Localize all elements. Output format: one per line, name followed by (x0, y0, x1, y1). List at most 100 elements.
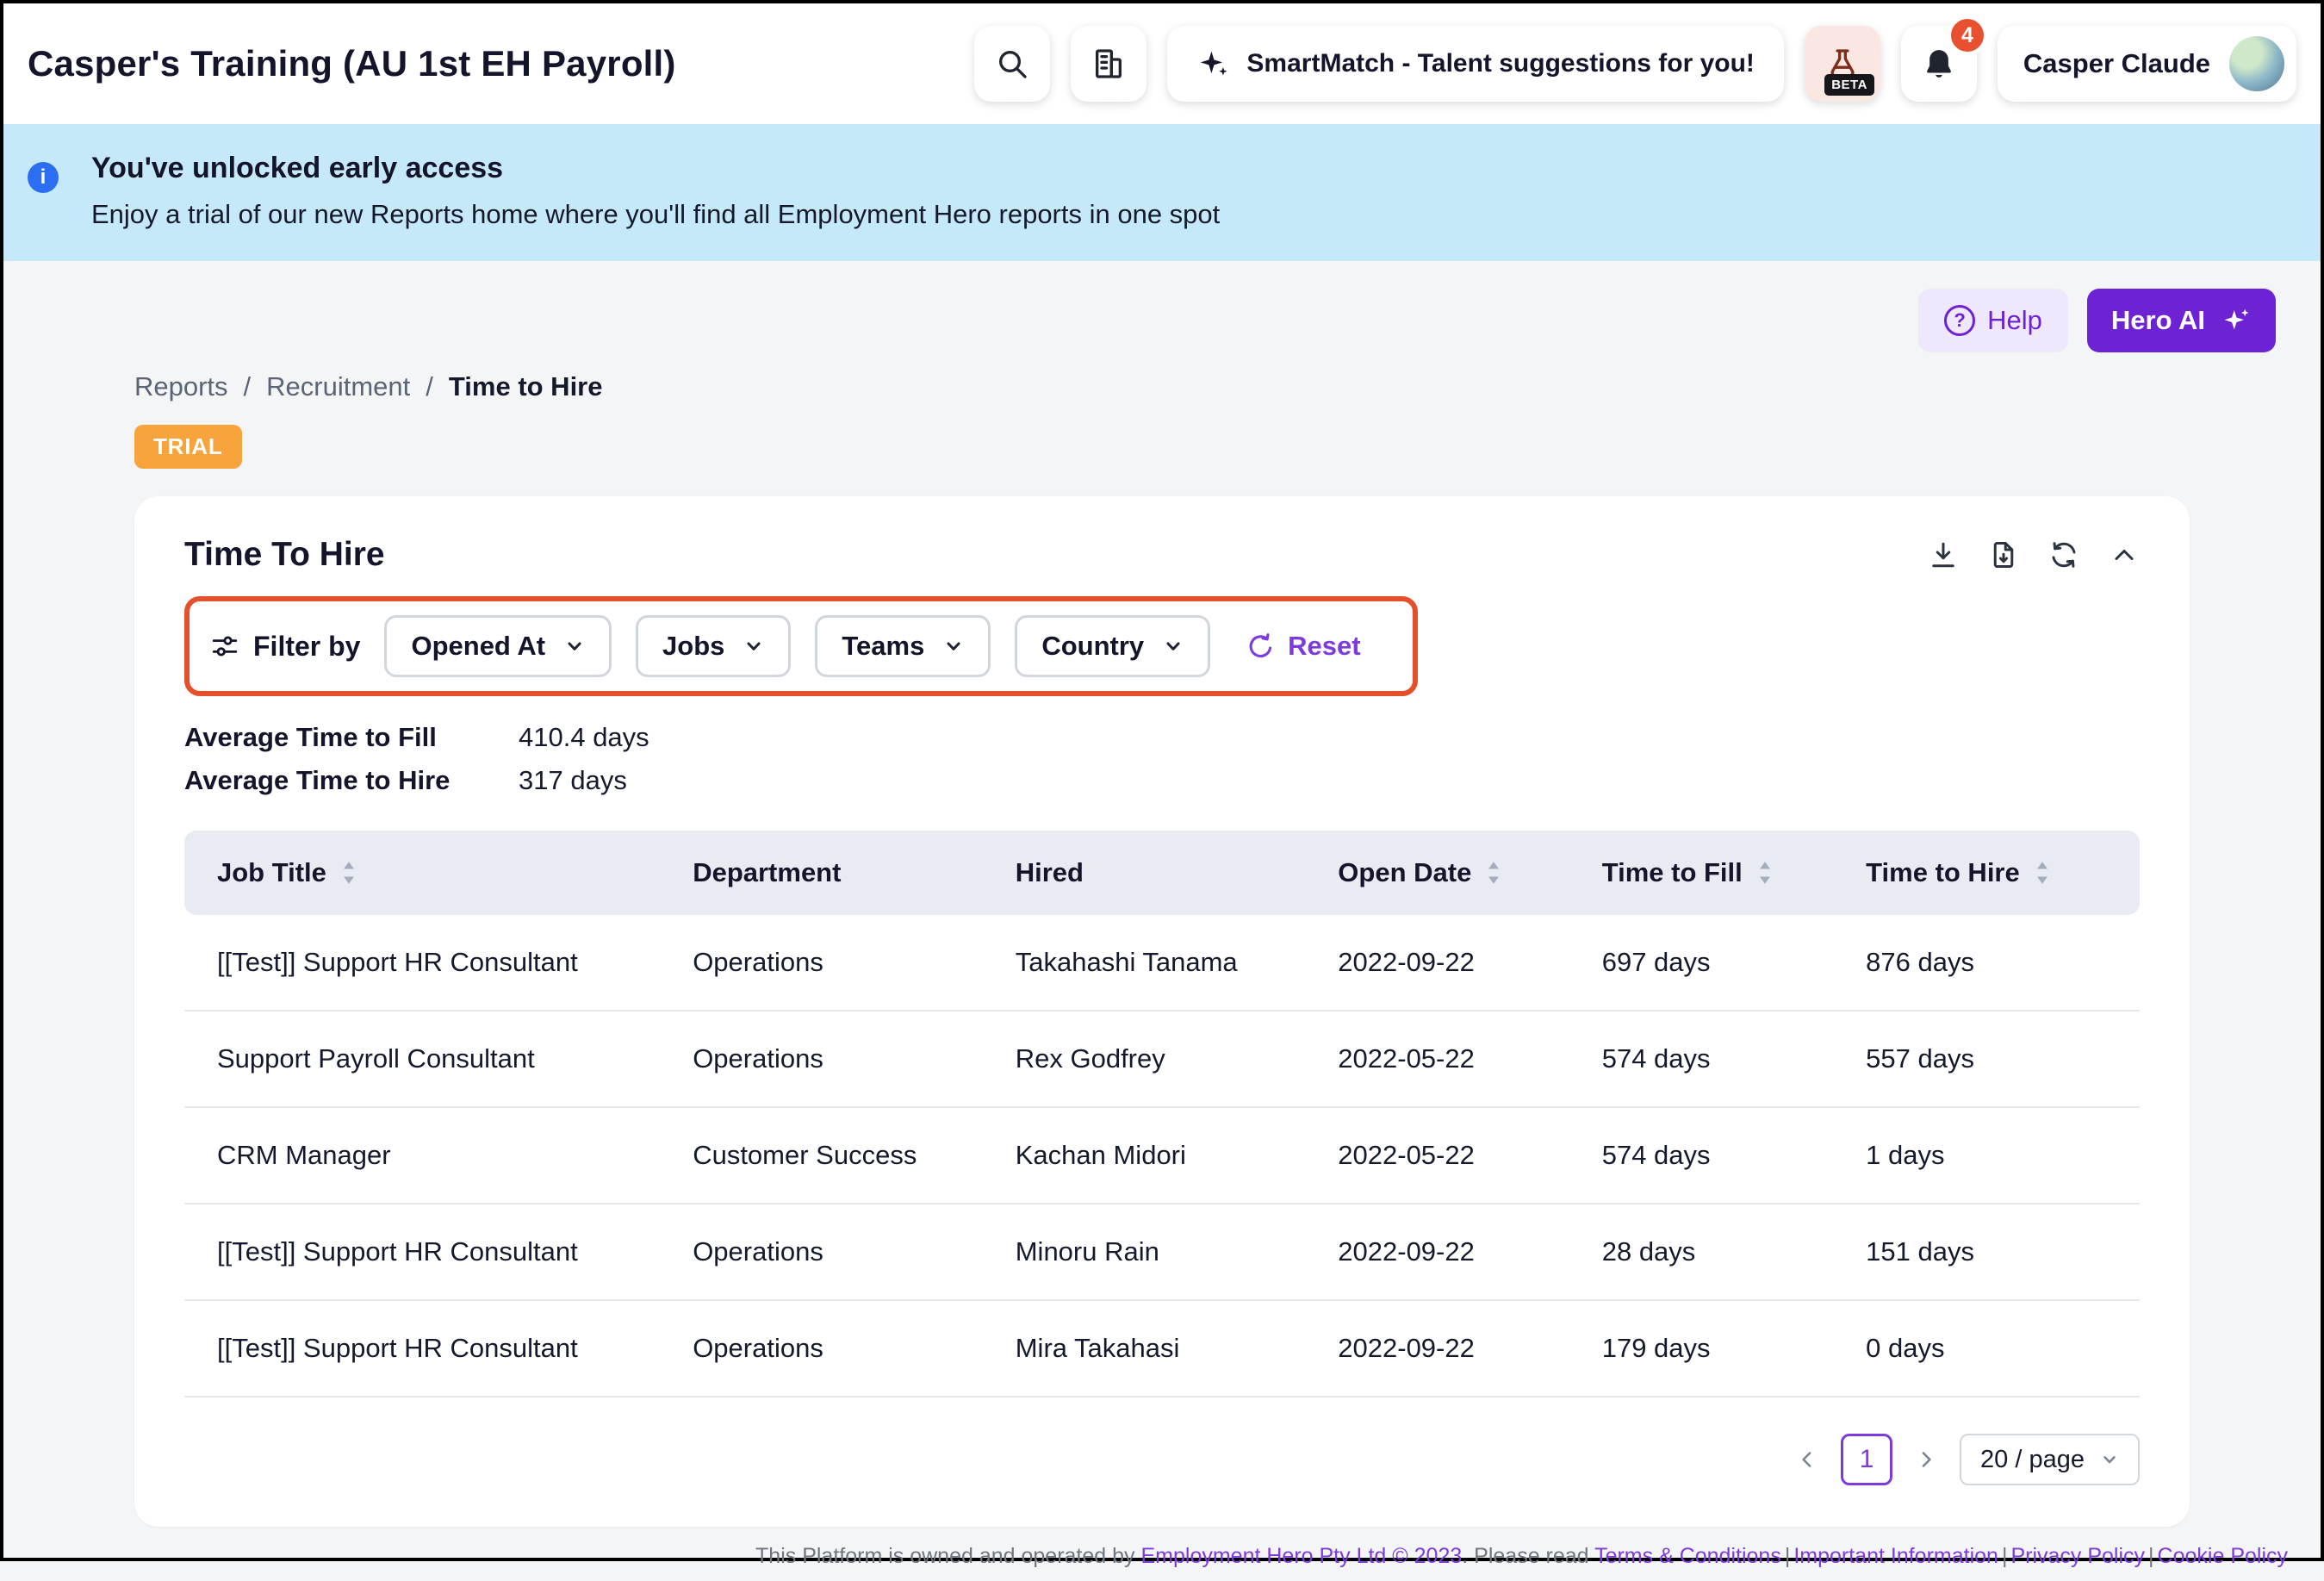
company-link[interactable]: Employment Hero Pty Ltd © 2023 (1140, 1544, 1462, 1568)
app-header: Casper's Training (AU 1st EH Payroll) Sm… (3, 3, 2321, 124)
pagination-next[interactable] (1913, 1447, 1939, 1472)
user-name: Casper Claude (2023, 48, 2210, 79)
privacy-policy-link[interactable]: Privacy Policy (2010, 1544, 2145, 1568)
reset-filters-button[interactable]: Reset (1246, 631, 1360, 662)
table-cell: 2022-09-22 (1338, 915, 1601, 1011)
download-icon (1928, 539, 1959, 570)
footer-separator: | (2148, 1544, 2154, 1568)
breadcrumb: Reports / Recruitment / Time to Hire (134, 371, 2321, 402)
breadcrumb-separator: / (426, 371, 433, 402)
table-cell: 151 days (1866, 1204, 2140, 1301)
page-size-select[interactable]: 20 / page (1960, 1434, 2140, 1485)
column-header-time-to-hire[interactable]: Time to Hire (1866, 831, 2140, 915)
footer-separator: | (1785, 1544, 1791, 1568)
help-label: Help (1987, 305, 2042, 336)
table-cell: 876 days (1866, 915, 2140, 1011)
filter-by-label: Filter by (253, 631, 360, 663)
header-actions: SmartMatch - Talent suggestions for you!… (974, 26, 2296, 102)
column-header-job-title[interactable]: Job Title (184, 831, 693, 915)
filter-teams[interactable]: Teams (815, 615, 991, 677)
banner-title: You've unlocked early access (91, 152, 2269, 185)
breadcrumb-item-reports[interactable]: Reports (134, 371, 228, 402)
chevron-down-icon (1163, 636, 1184, 657)
table-cell: 574 days (1602, 1108, 1866, 1204)
pagination: 1 20 / page (184, 1434, 2140, 1485)
notifications-button[interactable]: 4 (1901, 26, 1977, 102)
filter-jobs[interactable]: Jobs (636, 615, 791, 677)
beta-badge: BETA (1824, 74, 1874, 96)
table-cell: Kachan Midori (1016, 1108, 1339, 1204)
table-cell: [[Test]] Support HR Consultant (184, 1204, 693, 1301)
user-menu[interactable]: Casper Claude (1998, 26, 2296, 102)
table-cell: 2022-05-22 (1338, 1108, 1601, 1204)
filter-opened-at[interactable]: Opened At (384, 615, 612, 677)
table-cell: Operations (693, 1301, 1016, 1397)
sparkle-icon (1196, 47, 1229, 80)
sliders-icon (210, 632, 239, 661)
page-size-label: 20 / page (1980, 1446, 2085, 1474)
chevron-down-icon (564, 636, 585, 657)
breadcrumb-separator: / (244, 371, 252, 402)
info-icon: i (28, 162, 59, 193)
cookie-policy-link[interactable]: Cookie Policy (2158, 1544, 2288, 1568)
beta-labs-button[interactable]: BETA (1805, 26, 1880, 102)
sort-icon (340, 860, 357, 886)
terms-link[interactable]: Terms & Conditions (1594, 1544, 1781, 1568)
smartmatch-button[interactable]: SmartMatch - Talent suggestions for you! (1167, 26, 1784, 102)
notification-badge: 4 (1948, 16, 1987, 55)
table-row: [[Test]] Support HR ConsultantOperations… (184, 1204, 2140, 1301)
table-cell: 2022-09-22 (1338, 1204, 1601, 1301)
table-cell: Rex Godfrey (1016, 1011, 1339, 1108)
chevron-down-icon (943, 636, 964, 657)
table-row: Support Payroll ConsultantOperationsRex … (184, 1011, 2140, 1108)
report-title: Time To Hire (184, 536, 385, 574)
reset-icon (1246, 632, 1276, 661)
refresh-button[interactable] (2048, 539, 2079, 570)
column-header-hired: Hired (1016, 831, 1339, 915)
table-cell: 179 days (1602, 1301, 1866, 1397)
early-access-banner: i You've unlocked early access Enjoy a t… (3, 124, 2321, 261)
chevron-up-icon (2109, 539, 2140, 570)
filter-country[interactable]: Country (1015, 615, 1210, 677)
search-button[interactable] (974, 26, 1050, 102)
file-export-icon (1988, 539, 2019, 570)
column-header-open-date[interactable]: Open Date (1338, 831, 1601, 915)
export-button[interactable] (1988, 539, 2019, 570)
trial-badge: TRIAL (134, 425, 242, 469)
help-button[interactable]: ? Help (1918, 289, 2068, 352)
breadcrumb-item-recruitment[interactable]: Recruitment (266, 371, 410, 402)
hero-ai-button[interactable]: Hero AI (2087, 289, 2276, 352)
pagination-prev[interactable] (1794, 1447, 1820, 1472)
important-information-link[interactable]: Important Information (1793, 1544, 1998, 1568)
table-cell: Operations (693, 1204, 1016, 1301)
download-button[interactable] (1928, 539, 1959, 570)
sort-icon (1756, 860, 1774, 886)
page-toolbar: ? Help Hero AI (1918, 289, 2276, 352)
table-cell: CRM Manager (184, 1108, 693, 1204)
column-header-department: Department (693, 831, 1016, 915)
pagination-page-1[interactable]: 1 (1841, 1434, 1892, 1485)
table-row: [[Test]] Support HR ConsultantOperations… (184, 915, 2140, 1011)
table-cell: Customer Success (693, 1108, 1016, 1204)
report-actions (1928, 539, 2140, 570)
table-cell: 28 days (1602, 1204, 1866, 1301)
legal-footer: This Platform is owned and operated by E… (3, 1527, 2321, 1581)
table-cell: Minoru Rain (1016, 1204, 1339, 1301)
organisation-button[interactable] (1071, 26, 1146, 102)
banner-description: Enjoy a trial of our new Reports home wh… (91, 199, 2269, 230)
chevron-down-icon (2100, 1450, 2119, 1469)
collapse-button[interactable] (2109, 539, 2140, 570)
summary-label: Average Time to Fill (184, 722, 519, 753)
filter-country-label: Country (1041, 631, 1144, 662)
table-cell: 0 days (1866, 1301, 2140, 1397)
smartmatch-label: SmartMatch - Talent suggestions for you! (1246, 49, 1755, 78)
column-header-time-to-fill[interactable]: Time to Fill (1602, 831, 1866, 915)
building-icon (1091, 47, 1126, 81)
table-cell: 2022-05-22 (1338, 1011, 1601, 1108)
table-row: CRM ManagerCustomer SuccessKachan Midori… (184, 1108, 2140, 1204)
table-cell: 697 days (1602, 915, 1866, 1011)
table-cell: Support Payroll Consultant (184, 1011, 693, 1108)
report-table: Job TitleDepartmentHiredOpen DateTime to… (184, 831, 2140, 1397)
table-row: [[Test]] Support HR ConsultantOperations… (184, 1301, 2140, 1397)
summary-value: 317 days (519, 765, 2140, 796)
